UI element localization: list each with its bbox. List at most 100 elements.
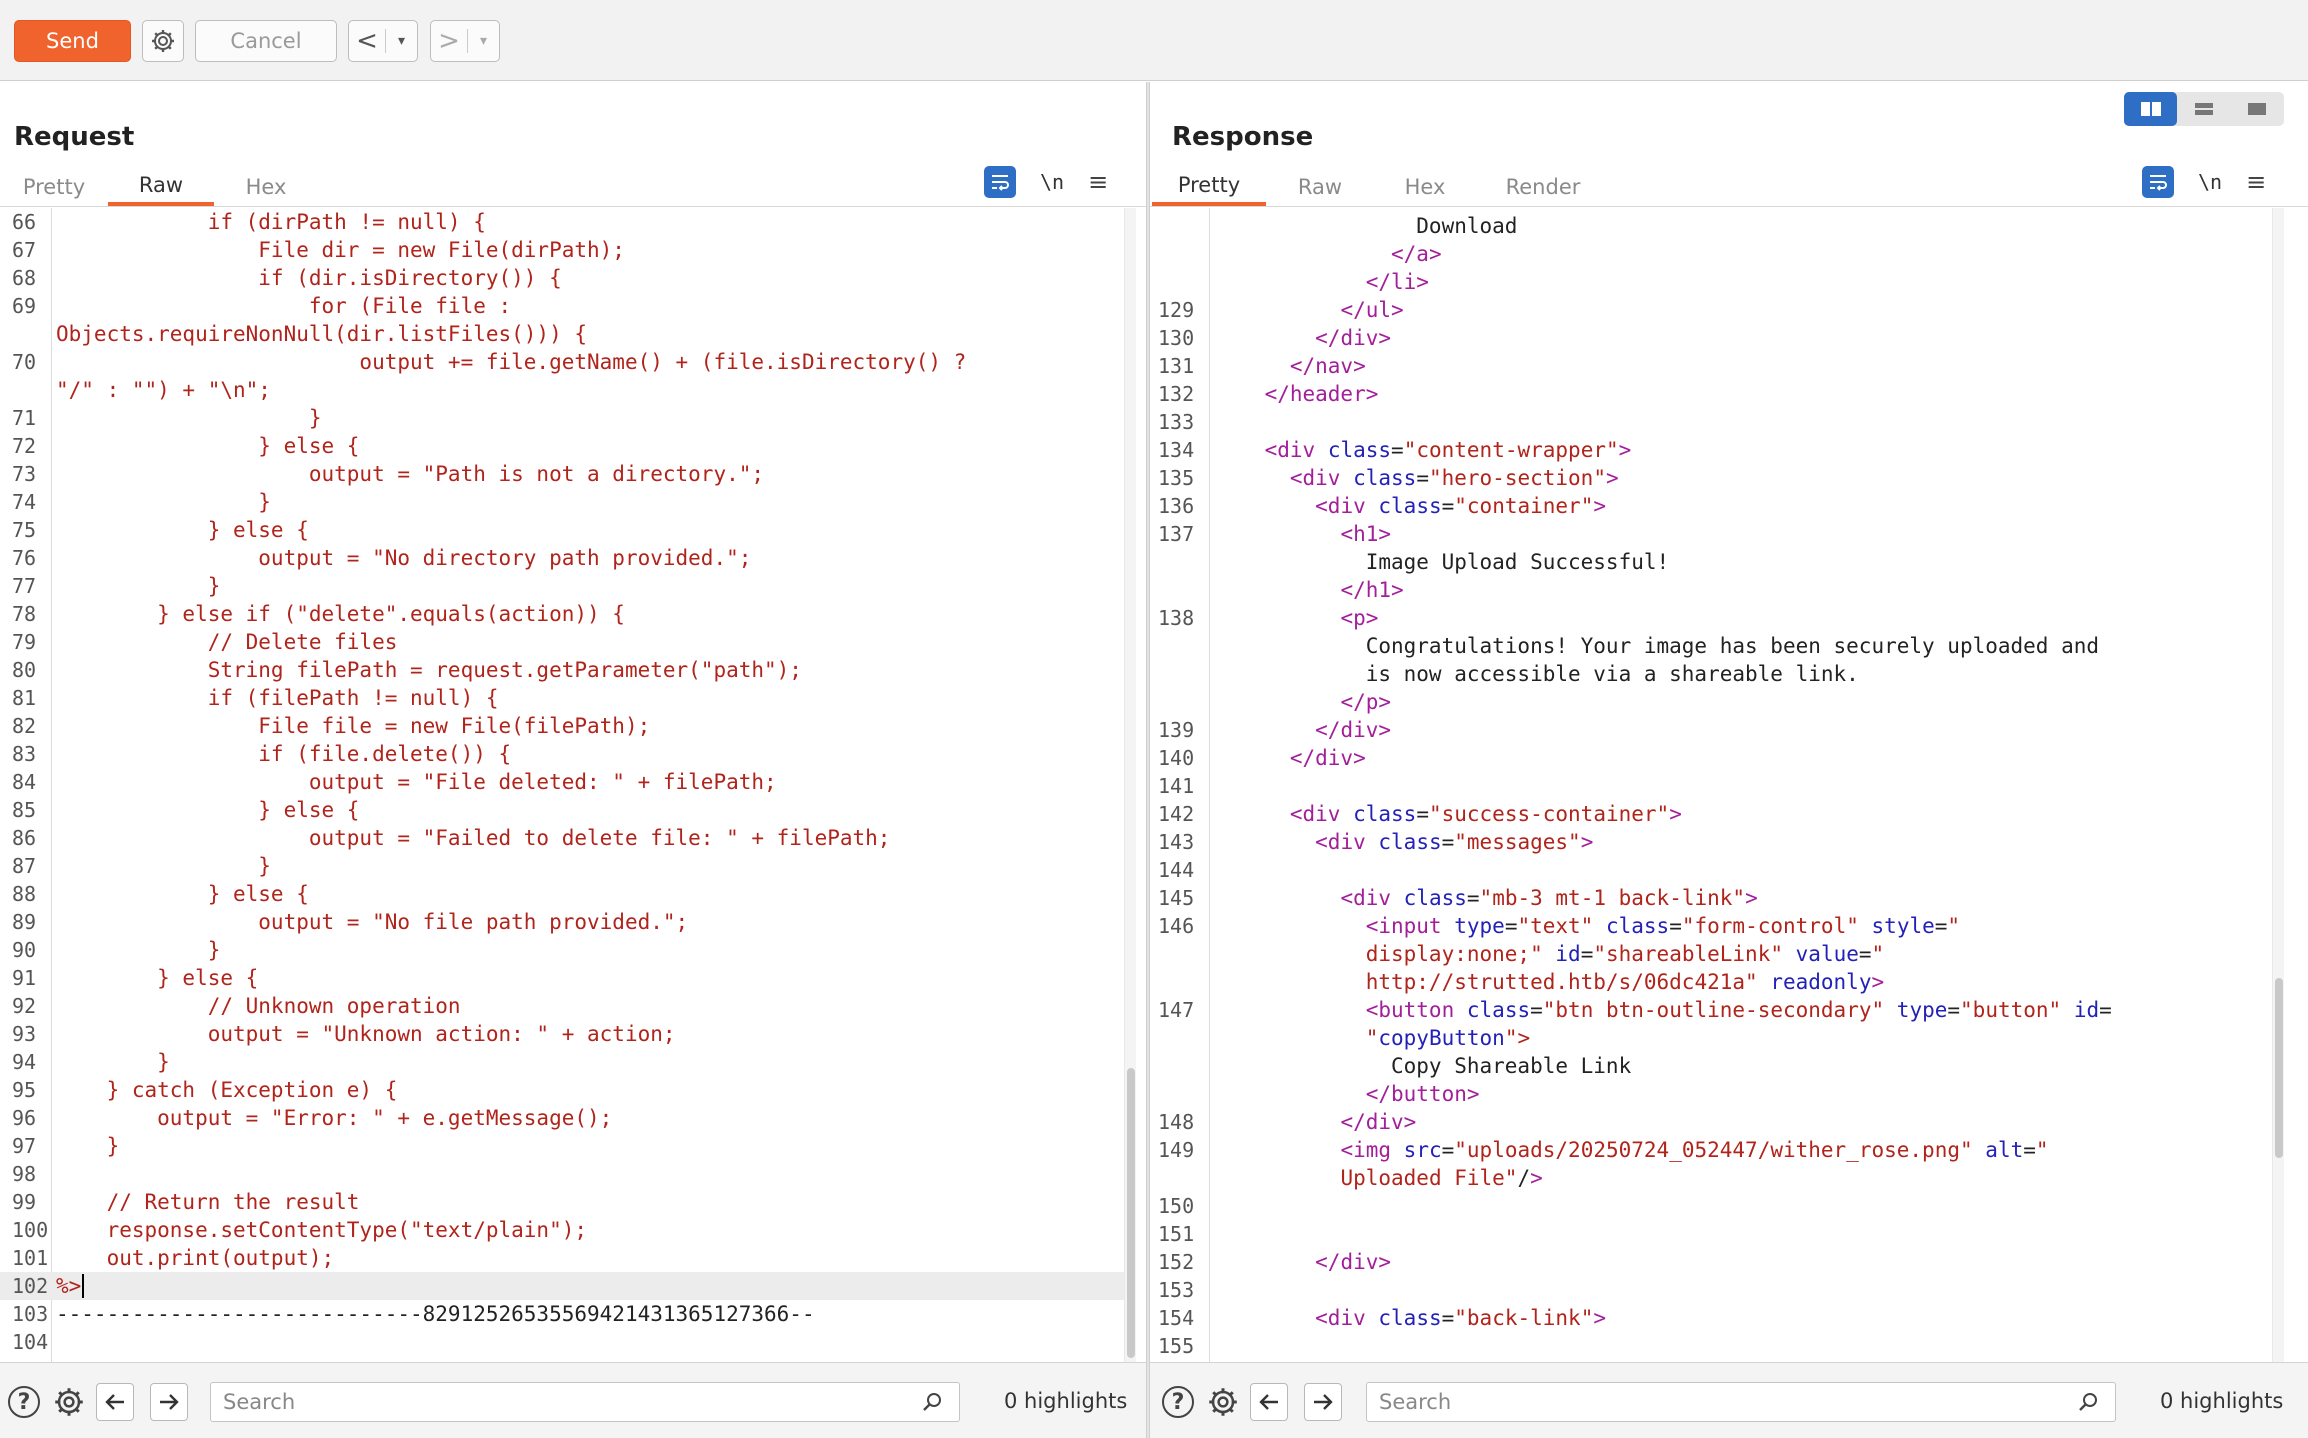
code-line: 88 } else {: [0, 880, 1126, 908]
tabs-divider: [1150, 206, 2308, 207]
history-back-group: < ▾: [348, 20, 418, 62]
code-text: response.setContentType("text/plain");: [56, 1218, 588, 1242]
line-number: 71: [12, 406, 37, 430]
code-line: 67 File dir = new File(dirPath);: [0, 236, 1126, 264]
tab-hex[interactable]: Hex: [214, 168, 318, 206]
code-line: 79 // Delete files: [0, 628, 1126, 656]
request-scrollbar[interactable]: [1124, 208, 1136, 1362]
stacked-layout-icon[interactable]: [2177, 92, 2230, 126]
code-line: 86 output = "Failed to delete file: " + …: [0, 824, 1126, 852]
code-line: 80 String filePath = request.getParamete…: [0, 656, 1126, 684]
code-line: is now accessible via a shareable link.: [1150, 660, 2284, 688]
line-number: 155: [1158, 1334, 1195, 1358]
hamburger-menu-icon[interactable]: ≡: [2246, 168, 2266, 196]
text-cursor: [82, 1274, 84, 1298]
request-panel: Request Pretty Raw Hex \n ≡ 66 if (dirPath…: [0, 82, 1146, 1438]
code-line: Download: [1150, 212, 2284, 240]
word-wrap-icon[interactable]: [984, 166, 1016, 198]
response-tabs: Pretty Raw Hex Render: [1152, 168, 1610, 206]
code-line: 68 if (dir.isDirectory()) {: [0, 264, 1126, 292]
code-text: </a>: [1391, 242, 1442, 266]
line-number: 78: [12, 602, 37, 626]
line-number: 104: [12, 1330, 49, 1354]
code-line: 94 }: [0, 1048, 1126, 1076]
code-text: }: [56, 574, 221, 598]
help-icon[interactable]: ?: [8, 1386, 40, 1418]
line-number: 68: [12, 266, 37, 290]
line-number: 89: [12, 910, 37, 934]
tab-hex[interactable]: Hex: [1374, 168, 1476, 206]
gear-icon[interactable]: [1204, 1383, 1242, 1421]
line-number: 135: [1158, 466, 1195, 490]
code-line: 77 }: [0, 572, 1126, 600]
line-number: 85: [12, 798, 37, 822]
settings-button[interactable]: [142, 20, 184, 62]
code-text: <div class="mb-3 mt-1 back-link">: [1340, 886, 1758, 910]
response-editor[interactable]: Download </a> </li> 129 </ul> 130 </div> 13…: [1150, 208, 2284, 1362]
response-scrollbar[interactable]: [2272, 208, 2284, 1362]
tab-pretty[interactable]: Pretty: [1152, 168, 1266, 206]
newline-toggle[interactable]: \n: [2198, 170, 2222, 194]
request-search-input[interactable]: [210, 1382, 960, 1422]
line-number: 83: [12, 742, 37, 766]
newline-toggle[interactable]: \n: [1040, 170, 1064, 194]
arrow-left-icon[interactable]: [96, 1383, 134, 1421]
code-text: <img src="uploads/20250724_052447/wither…: [1340, 1138, 2049, 1162]
line-number: 147: [1158, 998, 1195, 1022]
tab-render[interactable]: Render: [1476, 168, 1610, 206]
line-number: 87: [12, 854, 37, 878]
response-panel: Response Pretty Raw Hex Render \n ≡ Downloa…: [1150, 82, 2308, 1438]
code-line: "/" : "") + "\n";: [0, 376, 1126, 404]
history-forward-button[interactable]: >: [431, 21, 467, 61]
side-by-side-layout-icon[interactable]: [2124, 92, 2178, 126]
send-button[interactable]: Send: [14, 20, 131, 62]
tab-pretty[interactable]: Pretty: [0, 168, 108, 206]
top-toolbar: Send Cancel < ▾ > ▾: [0, 0, 2308, 81]
scrollbar-thumb[interactable]: [1127, 1068, 1135, 1358]
code-line: </button>: [1150, 1080, 2284, 1108]
line-number: 82: [12, 714, 37, 738]
code-text: <div class="content-wrapper">: [1264, 438, 1632, 462]
line-number: 149: [1158, 1138, 1195, 1162]
code-text: output += file.getName() + (file.isDirec…: [56, 350, 967, 374]
hamburger-menu-icon[interactable]: ≡: [1088, 168, 1108, 196]
arrow-left-icon[interactable]: [1250, 1383, 1288, 1421]
code-text: </header>: [1264, 382, 1379, 406]
history-forward-dropdown[interactable]: ▾: [467, 29, 499, 53]
code-line: 78 } else if ("delete".equals(action)) {: [0, 600, 1126, 628]
code-line: 148 </div>: [1150, 1108, 2284, 1136]
code-text: </ul>: [1340, 298, 1404, 322]
line-number: 70: [12, 350, 37, 374]
tabs-divider: [0, 206, 1146, 207]
code-text: <div class="container">: [1315, 494, 1606, 518]
cancel-button[interactable]: Cancel: [195, 20, 337, 62]
code-text: </button>: [1365, 1082, 1480, 1106]
code-text: } else {: [56, 882, 309, 906]
line-number: 100: [12, 1218, 49, 1242]
code-line: 137 <h1>: [1150, 520, 2284, 548]
tab-raw[interactable]: Raw: [108, 168, 214, 206]
code-line: 90 }: [0, 936, 1126, 964]
code-line: 139 </div>: [1150, 716, 2284, 744]
gear-icon[interactable]: [50, 1383, 88, 1421]
request-editor[interactable]: 66 if (dirPath != null) {67 File dir = n…: [0, 208, 1126, 1362]
word-wrap-icon[interactable]: [2142, 166, 2174, 198]
arrow-right-icon[interactable]: [1304, 1383, 1342, 1421]
scrollbar-thumb[interactable]: [2275, 978, 2283, 1158]
arrow-right-icon[interactable]: [150, 1383, 188, 1421]
history-back-dropdown[interactable]: ▾: [385, 29, 417, 53]
code-line: 70 output += file.getName() + (file.isDi…: [0, 348, 1126, 376]
code-text: } else {: [56, 966, 259, 990]
response-search-input[interactable]: [1366, 1382, 2116, 1422]
tab-raw[interactable]: Raw: [1266, 168, 1374, 206]
code-text: Copy Shareable Link: [1214, 1054, 1632, 1078]
code-line: </li>: [1150, 268, 2284, 296]
code-line: 102 %>: [0, 1272, 1126, 1300]
code-text: // Unknown operation: [56, 994, 461, 1018]
single-pane-layout-icon[interactable]: [2231, 92, 2284, 126]
code-line: 84 output = "File deleted: " + filePath;: [0, 768, 1126, 796]
help-icon[interactable]: ?: [1162, 1386, 1194, 1418]
code-text: Objects.requireNonNull(dir.listFiles()))…: [56, 322, 588, 346]
code-text: File dir = new File(dirPath);: [56, 238, 625, 262]
history-back-button[interactable]: <: [349, 21, 385, 61]
